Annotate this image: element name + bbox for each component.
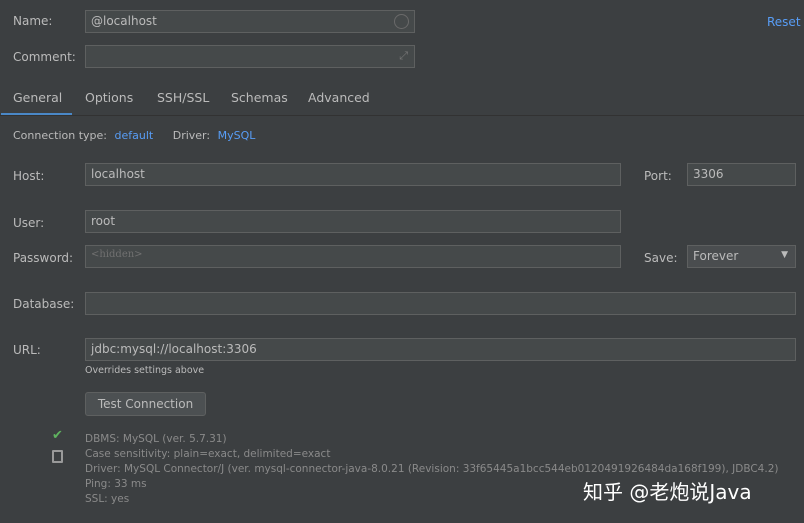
result-dbms: DBMS: MySQL (ver. 5.7.31) xyxy=(85,433,227,445)
database-label: Database: xyxy=(13,297,75,311)
result-ssl: SSL: yes xyxy=(85,493,130,505)
user-label: User: xyxy=(13,216,45,230)
connection-type-label: Connection type: xyxy=(13,129,108,142)
tab-divider xyxy=(0,115,804,116)
reset-link[interactable]: Reset xyxy=(767,15,801,29)
save-label: Save: xyxy=(644,251,678,265)
result-driver: Driver: MySQL Connector/J (ver. mysql-co… xyxy=(85,463,779,475)
url-input[interactable]: jdbc:mysql://localhost:3306 xyxy=(85,338,796,361)
test-connection-button[interactable]: Test Connection xyxy=(85,392,206,416)
name-input[interactable]: @localhost xyxy=(85,10,415,33)
tab-options[interactable]: Options xyxy=(85,90,133,105)
watermark: 知乎 @老炮说Java xyxy=(583,480,752,504)
expand-icon[interactable]: ⤢ xyxy=(399,49,408,63)
password-label: Password: xyxy=(13,251,74,265)
host-label: Host: xyxy=(13,169,45,183)
copy-icon[interactable] xyxy=(52,450,63,463)
tab-general[interactable]: General xyxy=(13,90,62,105)
url-hint: Overrides settings above xyxy=(85,365,205,376)
comment-input[interactable]: ⤢ xyxy=(85,45,415,68)
url-label: URL: xyxy=(13,343,41,357)
port-label: Port: xyxy=(644,169,672,183)
driver-link[interactable]: MySQL xyxy=(218,129,256,142)
result-ping: Ping: 33 ms xyxy=(85,478,147,490)
database-input[interactable] xyxy=(85,292,796,315)
password-input[interactable]: <hidden> xyxy=(85,245,621,268)
comment-label: Comment: xyxy=(13,50,76,64)
save-dropdown[interactable]: Forever ▼ xyxy=(687,245,796,268)
tab-ssh-ssl[interactable]: SSH/SSL xyxy=(157,90,209,105)
host-input[interactable]: localhost xyxy=(85,163,621,186)
check-icon: ✔ xyxy=(52,428,63,443)
connection-info: Connection type: default Driver: MySQL xyxy=(13,129,255,142)
chevron-down-icon: ▼ xyxy=(781,250,788,260)
result-case: Case sensitivity: plain=exact, delimited… xyxy=(85,448,331,460)
tab-schemas[interactable]: Schemas xyxy=(231,90,288,105)
tab-advanced[interactable]: Advanced xyxy=(308,90,370,105)
save-value: Forever xyxy=(693,249,739,263)
user-input[interactable]: root xyxy=(85,210,621,233)
color-circle-icon[interactable] xyxy=(394,14,409,29)
name-label: Name: xyxy=(13,14,53,28)
connection-type-link[interactable]: default xyxy=(115,129,154,142)
port-input[interactable]: 3306 xyxy=(687,163,796,186)
name-value: @localhost xyxy=(91,14,157,28)
driver-label: Driver: xyxy=(172,129,211,142)
